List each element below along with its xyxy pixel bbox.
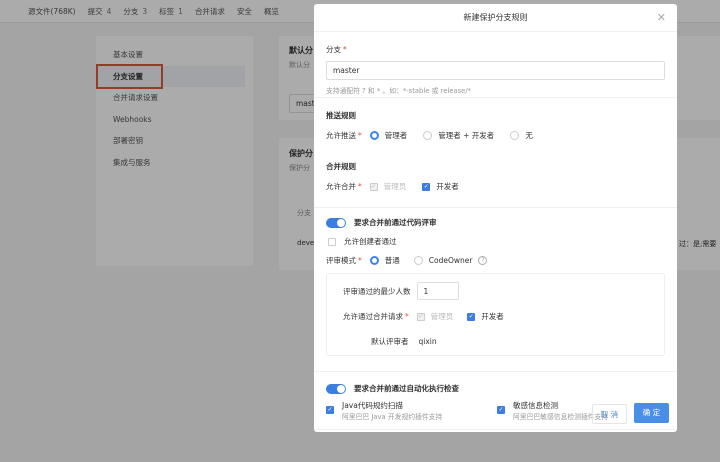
radio-label: 普通 (384, 256, 400, 265)
auto-check-toggle-label: 要求合并前通过自动化执行检查 (354, 384, 459, 393)
radio-label: CodeOwner (428, 256, 473, 265)
branch-label: 分支 (326, 45, 341, 54)
cancel-button[interactable]: 取 消 (592, 404, 627, 424)
radio-push-admin[interactable] (369, 131, 379, 140)
check-desc: 阿里巴巴 Java 开发规约插件支持 (342, 413, 443, 421)
checkbox-label: 开发者 (481, 312, 504, 321)
checkbox-label: 允许创建者通过 (344, 237, 397, 246)
radio-review-codeowner[interactable] (413, 256, 423, 265)
confirm-button[interactable]: 确 定 (634, 403, 669, 423)
branch-hint: 支持通配符 ? 和 * 。如：*-stable 或 release/* (326, 87, 472, 95)
push-rules-title: 推送规则 (326, 111, 356, 120)
review-toggle-label: 要求合并前通过代码评审 (354, 218, 437, 227)
radio-label: 无 (525, 131, 533, 140)
checkbox-merge-dev[interactable]: ✓ (422, 182, 431, 191)
checkbox-java-scan[interactable]: ✓ (326, 406, 334, 414)
checkbox-pass-admin[interactable]: ✓ (416, 312, 425, 321)
radio-label: 管理者 (384, 131, 408, 140)
merge-label: 允许合并 (326, 182, 356, 191)
close-icon[interactable]: ✕ (657, 4, 666, 32)
help-icon[interactable]: ? (478, 256, 488, 265)
push-label: 允许推送 (326, 131, 356, 140)
dialog-title: 新建保护分支规则 (463, 13, 528, 22)
radio-review-normal[interactable] (369, 256, 379, 265)
checkbox-label: 开发者 (436, 182, 459, 191)
checkbox-label: 管理员 (430, 312, 454, 321)
review-toggle[interactable] (326, 217, 346, 228)
checkbox-merge-admin[interactable]: ✓ (369, 182, 378, 191)
default-reviewer-label: 默认评审者 (371, 337, 409, 346)
min-reviewers-input[interactable]: 1 (416, 282, 459, 300)
branch-input[interactable]: master (326, 61, 665, 80)
new-protected-branch-dialog: 新建保护分支规则 ✕ 分支 * master 支持通配符 ? 和 * 。如：*-st… (314, 4, 677, 432)
min-reviewers-label: 评审通过的最少人数 (343, 286, 411, 296)
review-mode-label: 评审模式 (326, 256, 356, 265)
checkbox-label: 管理员 (383, 182, 407, 191)
default-reviewer-value: qixin (418, 337, 437, 346)
checkbox-allow-creator[interactable] (328, 237, 336, 246)
allow-pass-label: 允许通过合并请求 (343, 312, 403, 321)
checkbox-sensitive-info[interactable]: ✓ (497, 406, 505, 414)
radio-push-none[interactable] (510, 131, 520, 140)
radio-label: 管理者 + 开发者 (438, 131, 495, 140)
auto-check-toggle[interactable] (326, 383, 346, 394)
checkbox-pass-dev[interactable]: ✓ (467, 312, 476, 321)
radio-push-admin-dev[interactable] (423, 131, 433, 140)
check-title: Java代码规约扫描 (342, 401, 403, 410)
merge-rules-title: 合并规则 (326, 162, 356, 171)
